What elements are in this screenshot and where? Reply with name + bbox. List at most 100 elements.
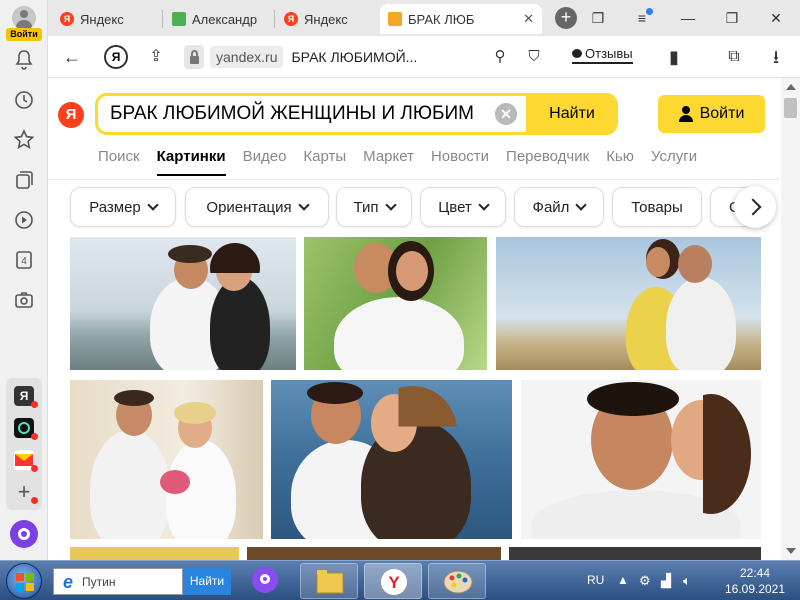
share-icon[interactable]: ⇪	[144, 45, 168, 69]
filter-orientation[interactable]: Ориентация	[185, 187, 329, 227]
page-title-label[interactable]: БРАК ЛЮБИМОЙ...	[291, 49, 417, 65]
scroll-thumb[interactable]	[784, 98, 797, 118]
new-tab-button[interactable]: +	[555, 7, 577, 29]
scroll-up-icon[interactable]	[786, 84, 796, 90]
tab-alexander[interactable]: Александр	[164, 4, 272, 34]
minimize-icon[interactable]: —	[678, 8, 698, 28]
bookmark-icon[interactable]: ▮	[662, 45, 686, 69]
video-icon[interactable]	[12, 208, 36, 232]
tray-expand-icon[interactable]: ▲	[617, 573, 629, 587]
yandex-app-icon[interactable]: Я	[14, 386, 38, 408]
add-app-icon[interactable]: +	[14, 481, 38, 504]
image-result-7[interactable]	[70, 547, 239, 560]
taskbar-search-field[interactable]: e Путин	[53, 568, 183, 595]
collections-icon[interactable]	[12, 168, 36, 192]
yandex-logo[interactable]: Я	[58, 102, 84, 128]
screenshot-icon[interactable]	[12, 288, 36, 312]
chevron-down-icon	[575, 199, 588, 211]
profile-avatar[interactable]: Войти	[6, 4, 42, 41]
tab-yandex-1[interactable]: Я Яндекс	[52, 4, 160, 34]
history-icon[interactable]	[12, 88, 36, 112]
yandex-home-icon[interactable]: Я	[104, 45, 128, 69]
start-button[interactable]	[6, 563, 42, 599]
tab-images-active[interactable]: БРАК ЛЮБ ✕	[380, 4, 542, 34]
domain-label[interactable]: yandex.ru	[210, 46, 284, 68]
palette-icon	[443, 570, 473, 594]
service-q[interactable]: Кью	[606, 148, 634, 176]
restore-icon[interactable]: ❐	[722, 8, 742, 28]
taskbar-search-text[interactable]: Путин	[82, 575, 115, 589]
service-images[interactable]: Картинки	[156, 148, 226, 176]
close-window-icon[interactable]: ✕	[766, 8, 786, 28]
page-scrollbar[interactable]	[781, 78, 800, 560]
star-icon[interactable]	[12, 128, 36, 152]
alice-assistant-icon[interactable]	[10, 520, 38, 548]
yandex-browser-icon: Y	[381, 569, 407, 595]
tab-yandex-2[interactable]: Я Яндекс	[276, 4, 380, 34]
chevron-down-icon	[384, 199, 397, 211]
service-maps[interactable]: Карты	[303, 148, 346, 176]
paint-taskbar-button[interactable]	[428, 563, 486, 599]
service-market[interactable]: Маркет	[363, 148, 414, 176]
camera-app-icon[interactable]	[14, 418, 38, 440]
yandex-icon: Я	[60, 12, 74, 26]
filter-color[interactable]: Цвет	[420, 187, 506, 227]
back-icon[interactable]: ←	[60, 45, 84, 69]
clock[interactable]: 22:44 16.09.2021	[715, 565, 795, 597]
filter-size[interactable]: Размер	[70, 187, 176, 227]
folder-icon	[316, 570, 344, 594]
image-result-6[interactable]	[521, 380, 761, 539]
volume-icon[interactable]: 🔈︎	[683, 573, 699, 589]
tabs-counter-icon[interactable]: 4	[12, 248, 36, 272]
tab-manager-icon[interactable]: ❐	[588, 8, 608, 28]
browser-window: Войти 4 Я + Я Яндекс Александр Я Яндекс …	[0, 0, 800, 600]
scroll-down-icon[interactable]	[786, 548, 796, 554]
address-bar: ← Я ⇪ yandex.ru БРАК ЛЮБИМОЙ... ⚲ ⛉ Отзы…	[48, 36, 800, 78]
service-uslugi[interactable]: Услуги	[651, 148, 697, 176]
service-translator[interactable]: Переводчик	[506, 148, 589, 176]
reviews-button[interactable]: Отзывы	[572, 46, 633, 64]
network-icon[interactable]: ▟	[661, 573, 677, 589]
image-result-3[interactable]	[496, 237, 761, 370]
clock-date: 16.09.2021	[724, 582, 786, 596]
bell-icon[interactable]	[12, 48, 36, 72]
image-result-4[interactable]	[70, 380, 263, 539]
menu-icon[interactable]: ≡	[632, 8, 653, 28]
user-icon	[678, 106, 693, 122]
image-result-2[interactable]	[304, 237, 487, 370]
filters-next-button[interactable]	[734, 186, 776, 228]
translate-icon[interactable]: ⚲	[488, 45, 512, 69]
image-result-1[interactable]	[70, 237, 296, 370]
url-field[interactable]: yandex.ru БРАК ЛЮБИМОЙ...	[184, 43, 574, 71]
login-label: Войти	[699, 105, 745, 122]
filter-goods[interactable]: Товары	[612, 187, 702, 227]
image-result-8[interactable]	[247, 547, 501, 560]
lock-icon[interactable]	[184, 45, 204, 69]
mail-app-icon[interactable]	[14, 450, 38, 472]
close-tab-icon[interactable]: ✕	[523, 11, 534, 27]
sidebar-login-label[interactable]: Войти	[6, 28, 42, 41]
service-video[interactable]: Видео	[243, 148, 287, 176]
image-result-9[interactable]	[509, 547, 761, 560]
search-input[interactable]: БРАК ЛЮБИМОЙ ЖЕНЩИНЫ И ЛЮБИМ	[98, 96, 488, 132]
filter-file[interactable]: Файл	[514, 187, 604, 227]
download-icon[interactable]: ⭳	[764, 45, 788, 69]
alice-taskbar-icon[interactable]	[252, 567, 278, 593]
svg-text:Y: Y	[388, 573, 400, 592]
tray-app-icon[interactable]: ⚙	[639, 573, 655, 589]
language-indicator[interactable]: RU	[587, 573, 604, 587]
yandex-browser-taskbar-button[interactable]: Y	[364, 563, 422, 599]
taskbar-search-button[interactable]: Найти	[183, 568, 231, 595]
protect-icon[interactable]: ⛉	[522, 45, 546, 69]
search-submit-button[interactable]: Найти	[526, 96, 615, 132]
login-button[interactable]: Войти	[658, 95, 765, 133]
image-result-5[interactable]	[271, 380, 512, 539]
service-news[interactable]: Новости	[431, 148, 489, 176]
explorer-taskbar-button[interactable]	[300, 563, 358, 599]
system-tray: RU ▲ ⚙ ▟ 🔈︎ 22:44 16.09.2021	[575, 561, 800, 600]
clear-search-icon[interactable]: ✕	[495, 103, 517, 125]
extensions-icon[interactable]: ⧉	[722, 45, 746, 69]
service-search[interactable]: Поиск	[98, 148, 140, 176]
filter-type[interactable]: Тип	[336, 187, 412, 227]
app-dock: Я +	[6, 378, 42, 510]
